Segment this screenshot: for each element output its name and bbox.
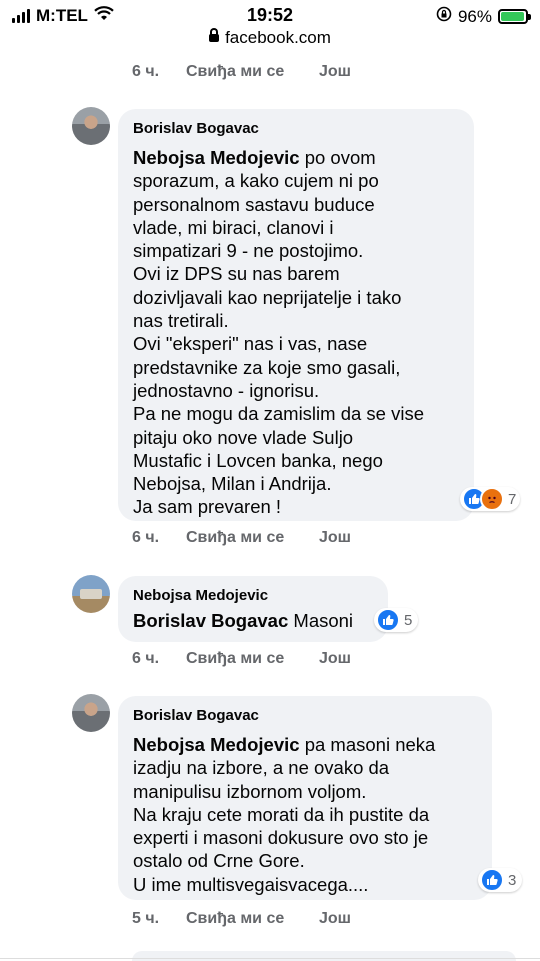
- comment-actions: 6 ч. Свиђа ми се Још: [132, 650, 351, 668]
- comment-actions: 6 ч. Свиђа ми се Још: [132, 63, 351, 81]
- more-button[interactable]: Још: [319, 650, 351, 668]
- comment-text: Borislav Bogavac Masoni: [133, 610, 354, 631]
- more-button[interactable]: Још: [319, 63, 351, 81]
- comment-time: 6 ч.: [132, 529, 160, 546]
- comment-actions: 5 ч. Свиђа ми се Још: [132, 910, 351, 928]
- mention-link[interactable]: Nebojsa Medojevic: [133, 734, 300, 755]
- comment-time: 6 ч.: [132, 63, 160, 80]
- reactions-badge[interactable]: 3: [478, 868, 523, 892]
- mention-link[interactable]: Nebojsa Medojevic: [133, 147, 300, 168]
- url-text: facebook.com: [225, 28, 331, 47]
- reactions-badge[interactable]: 7: [460, 487, 521, 511]
- divider: [0, 958, 540, 959]
- next-comment-bubble: [132, 951, 516, 961]
- avatar[interactable]: [72, 694, 110, 732]
- reaction-count: 5: [404, 611, 413, 629]
- lock-icon: [209, 28, 220, 42]
- reaction-count: 7: [508, 490, 517, 508]
- mention-link[interactable]: Borislav Bogavac: [133, 610, 288, 631]
- reaction-count: 3: [508, 871, 517, 889]
- comment-author[interactable]: Nebojsa Medojevic: [133, 587, 268, 604]
- avatar[interactable]: [72, 107, 110, 145]
- comment-author[interactable]: Borislav Bogavac: [133, 120, 259, 137]
- like-button[interactable]: Свиђа ми се: [186, 529, 319, 547]
- comment-author[interactable]: Borislav Bogavac: [133, 707, 259, 724]
- avatar[interactable]: [72, 575, 110, 613]
- like-button[interactable]: Свиђа ми се: [186, 910, 319, 928]
- comment-text: Nebojsa Medojevic po ovom sporazum, a ka…: [133, 147, 424, 518]
- like-button[interactable]: Свиђа ми се: [186, 650, 319, 668]
- battery-percent: 96%: [457, 6, 492, 26]
- battery-icon: [498, 9, 531, 24]
- like-icon: [376, 608, 400, 632]
- like-icon: [480, 868, 504, 892]
- angry-icon: [480, 487, 504, 511]
- comment-text: Nebojsa Medojevic pa masoni neka izadju …: [133, 734, 436, 895]
- comment-time: 6 ч.: [132, 650, 160, 667]
- more-button[interactable]: Још: [319, 910, 351, 928]
- reactions-badge[interactable]: 5: [374, 608, 419, 632]
- comment-actions: 6 ч. Свиђа ми се Још: [132, 529, 351, 547]
- address-bar[interactable]: facebook.com: [0, 28, 540, 52]
- comment-time: 5 ч.: [132, 910, 160, 927]
- like-button[interactable]: Свиђа ми се: [186, 63, 319, 81]
- orientation-lock-icon: [436, 6, 452, 27]
- more-button[interactable]: Још: [319, 529, 351, 547]
